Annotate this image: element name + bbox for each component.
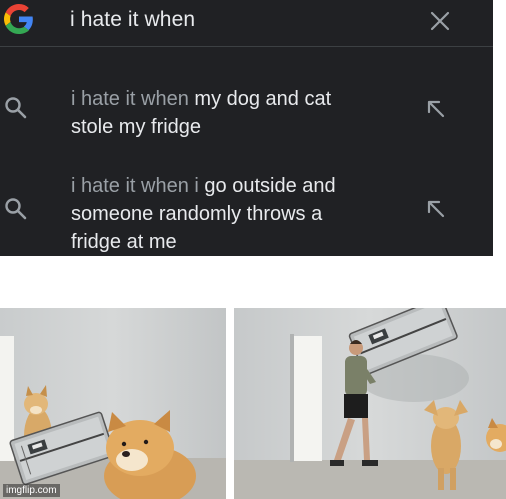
suggestion-text: i hate it when my dog and cat stole my f… [71,85,401,141]
suggestion-item[interactable]: i hate it when my dog and cat stole my f… [0,85,493,145]
search-icon [5,97,27,119]
suggestion-rest: my dog and cat [188,88,332,110]
search-panel: i hate it when i hate it when my dog and… [0,0,493,256]
suggestion-line: someone randomly throws a [71,203,323,225]
suggestion-line: fridge at me [71,231,177,253]
suggestion-prefix: i hate it when [71,88,189,110]
arrow-up-left-icon[interactable] [425,98,447,120]
suggestion-item[interactable]: i hate it when i go outside and someone … [0,172,493,256]
watermark: imgflip.com [3,484,60,497]
meme-panel-right [234,308,506,499]
suggestion-line: stole my fridge [71,116,202,138]
meme-illustration-dogs-fridge [0,308,226,499]
close-icon[interactable] [427,8,453,34]
meme-panel-left [0,308,226,499]
google-g-logo [4,4,33,34]
search-icon [5,198,27,220]
suggestion-text: i hate it when i go outside and someone … [71,172,401,256]
suggestion-rest: go outside and [198,175,336,197]
search-bar[interactable]: i hate it when [0,0,493,46]
suggestion-prefix: i hate it when i [71,175,199,197]
meme-illustration-man-fridge [234,308,506,499]
search-divider [0,46,493,47]
search-query-text[interactable]: i hate it when [70,8,195,32]
arrow-up-left-icon[interactable] [425,198,447,220]
